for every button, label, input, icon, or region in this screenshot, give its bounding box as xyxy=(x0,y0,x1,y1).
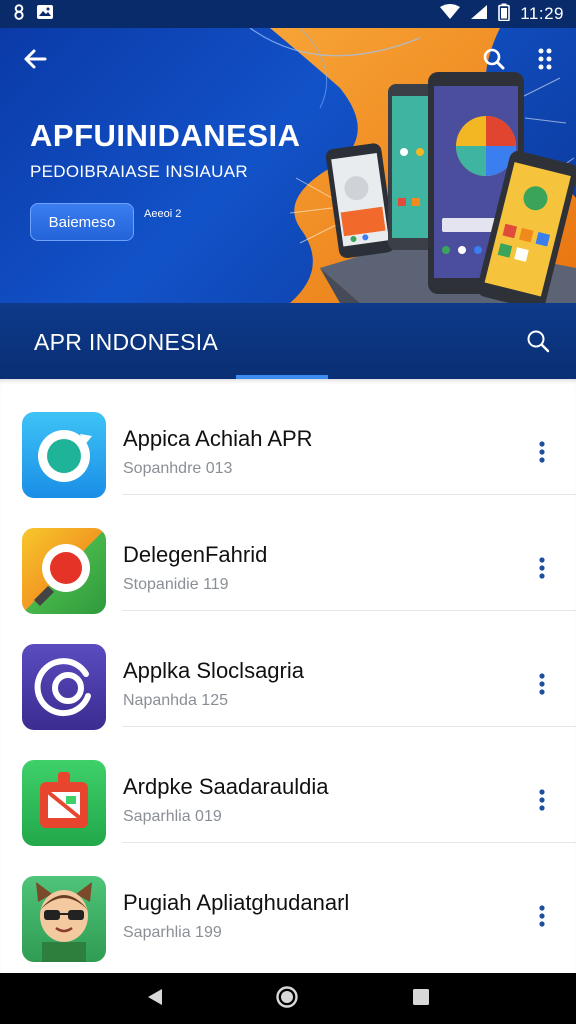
app-subtitle: Napanhda 125 xyxy=(123,692,228,709)
list-item[interactable]: Ardpke Saadarauldia Saparhlia 019 xyxy=(0,727,576,846)
battery-icon xyxy=(498,3,511,26)
image-notification-icon xyxy=(36,4,54,25)
more-vert-icon xyxy=(539,672,545,700)
section-header: APR INDONESIA xyxy=(0,303,576,379)
top-app-bar xyxy=(0,28,576,92)
grid-dots-icon xyxy=(537,47,553,76)
app-subtitle: Saparhlia 019 xyxy=(123,808,222,825)
app-name: Appica Achiah APR xyxy=(123,426,313,451)
more-vert-icon xyxy=(539,904,545,932)
magnifier-app-icon xyxy=(22,528,106,614)
app-name: Pugiah Apliatghudanarl xyxy=(123,890,350,915)
signal-icon xyxy=(470,4,488,25)
grid-menu-button[interactable] xyxy=(528,44,562,78)
section-search-button[interactable] xyxy=(520,325,556,361)
cartoon-avatar-app-icon xyxy=(22,876,106,962)
app-list: Appica Achiah APR Sopanhdre 013 DelegenF… xyxy=(0,379,576,973)
more-options-button[interactable] xyxy=(530,903,554,933)
refresh-circle-app-icon xyxy=(22,412,106,498)
home-circle-icon xyxy=(275,985,299,1014)
more-vert-icon xyxy=(539,556,545,584)
nav-recents-button[interactable] xyxy=(408,986,434,1012)
more-options-button[interactable] xyxy=(530,787,554,817)
back-arrow-icon xyxy=(23,48,47,75)
section-title: APR INDONESIA xyxy=(34,329,219,355)
more-options-button[interactable] xyxy=(530,555,554,585)
search-icon xyxy=(526,329,550,358)
top-search-button[interactable] xyxy=(476,44,512,78)
hero-small-text: Aeeoi 2 xyxy=(144,208,182,220)
hero-cta-button[interactable]: Baiemeso xyxy=(30,203,134,241)
nav-home-button[interactable] xyxy=(274,985,300,1014)
notification-8-icon xyxy=(12,3,26,25)
app-subtitle: Saparhlia 199 xyxy=(123,924,222,941)
more-options-button[interactable] xyxy=(530,439,554,469)
list-item[interactable]: DelegenFahrid Stopanidie 119 xyxy=(0,495,576,614)
wifi-icon xyxy=(440,3,461,25)
status-left xyxy=(12,3,54,25)
hero-banner: APFUINIDANESIA PEDOIBRAIASE INSIAUAR Bai… xyxy=(0,28,576,303)
status-bar: 11:29 xyxy=(0,0,576,28)
spiral-app-icon xyxy=(22,644,106,730)
app-screen: 11:29 APFUINIDANESIA PEDOIBRAIASE INSIAU… xyxy=(0,0,576,1024)
app-subtitle: Stopanidie 119 xyxy=(123,576,229,593)
status-time: 11:29 xyxy=(520,4,564,23)
more-vert-icon xyxy=(539,788,545,816)
more-vert-icon xyxy=(539,440,545,468)
photo-app-icon xyxy=(22,760,106,846)
hero-subtitle: PEDOIBRAIASE INSIAUAR xyxy=(30,162,248,181)
hero-title: APFUINIDANESIA xyxy=(30,118,301,153)
nav-back-button[interactable] xyxy=(142,986,168,1012)
recents-square-icon xyxy=(412,988,430,1011)
more-options-button[interactable] xyxy=(530,671,554,701)
system-nav-bar xyxy=(0,973,576,1024)
list-item[interactable]: Pugiah Apliatghudanarl Saparhlia 199 xyxy=(0,843,576,962)
status-right: 11:29 xyxy=(440,3,564,26)
app-name: Applka Sloclsagria xyxy=(123,658,304,683)
app-name: Ardpke Saadarauldia xyxy=(123,774,329,799)
app-name: DelegenFahrid xyxy=(123,542,268,567)
app-subtitle: Sopanhdre 013 xyxy=(123,460,233,477)
back-triangle-icon xyxy=(146,987,164,1012)
back-button[interactable] xyxy=(16,44,54,78)
list-item[interactable]: Appica Achiah APR Sopanhdre 013 xyxy=(0,379,576,498)
search-icon xyxy=(483,48,505,75)
list-item[interactable]: Applka Sloclsagria Napanhda 125 xyxy=(0,611,576,730)
